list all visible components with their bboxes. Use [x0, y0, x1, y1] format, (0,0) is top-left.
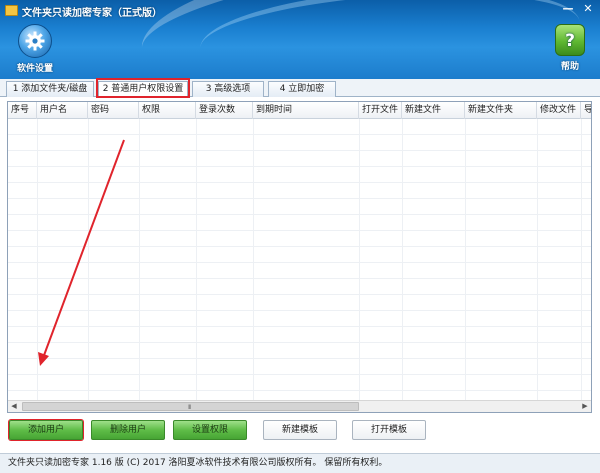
table-row [8, 247, 591, 263]
user-table[interactable]: 序号 用户名 密码 权限 登录次数 到期时间 打开文件 新建文件 新建文件夹 修… [7, 101, 592, 413]
svg-text:?: ? [565, 31, 575, 51]
gear-icon [18, 24, 52, 58]
close-button[interactable]: ✕ [580, 2, 596, 16]
table-row [8, 135, 591, 151]
table-row [8, 151, 591, 167]
scrollbar-thumb[interactable]: III [22, 402, 359, 411]
tab-bar: 1 添加文件夹/磁盘 2 普通用户权限设置 3 高级选项 4 立即加密 [0, 79, 600, 98]
col-open-file[interactable]: 打开文件 [359, 102, 402, 119]
table-row [8, 375, 591, 391]
scroll-right-icon[interactable]: ▶ [579, 401, 591, 412]
table-row [8, 263, 591, 279]
status-bar: 文件夹只读加密专家 1.16 版 (C) 2017 洛阳夏冰软件技术有限公司版权… [0, 453, 600, 473]
table-row [8, 215, 591, 231]
table-row [8, 311, 591, 327]
title-banner: 文件夹只读加密专家（正式版） — ✕ 软件设置 ? 帮助 [0, 0, 600, 79]
col-modify-file[interactable]: 修改文件 [537, 102, 581, 119]
table-row [8, 295, 591, 311]
table-row [8, 183, 591, 199]
col-password[interactable]: 密码 [88, 102, 139, 119]
horizontal-scrollbar[interactable]: ◀ III ▶ [8, 400, 591, 412]
scroll-grip: III [188, 404, 191, 411]
set-permission-button[interactable]: 设置权限 [173, 420, 247, 440]
new-template-button[interactable]: 新建模板 [263, 420, 337, 440]
help-label: 帮助 [560, 62, 579, 72]
col-login-count[interactable]: 登录次数 [196, 102, 253, 119]
table-row [8, 327, 591, 343]
help-icon: ? [555, 24, 585, 56]
app-lock-icon [5, 5, 18, 16]
table-header: 序号 用户名 密码 权限 登录次数 到期时间 打开文件 新建文件 新建文件夹 修… [8, 102, 591, 119]
tab-user-permissions[interactable]: 2 普通用户权限设置 [98, 81, 188, 98]
window-controls: — ✕ [560, 2, 596, 16]
col-truncated[interactable]: 导 [581, 102, 591, 119]
table-row [8, 279, 591, 295]
table-row [8, 119, 591, 135]
table-row [8, 167, 591, 183]
col-expiry[interactable]: 到期时间 [253, 102, 359, 119]
delete-user-button[interactable]: 删除用户 [91, 420, 165, 440]
settings-label: 软件设置 [16, 64, 53, 74]
open-template-button[interactable]: 打开模板 [352, 420, 426, 440]
help-button[interactable]: ? 帮助 [540, 24, 600, 72]
window-title: 文件夹只读加密专家（正式版） [22, 8, 162, 19]
banner-decoration-2 [197, 0, 583, 79]
table-row [8, 343, 591, 359]
tab-advanced-options[interactable]: 3 高级选项 [192, 81, 264, 97]
software-settings-button[interactable]: 软件设置 [5, 24, 65, 74]
col-index[interactable]: 序号 [8, 102, 37, 119]
tab-add-folder[interactable]: 1 添加文件夹/磁盘 [6, 81, 94, 97]
table-row [8, 231, 591, 247]
col-permission[interactable]: 权限 [139, 102, 196, 119]
table-row [8, 359, 591, 375]
scroll-left-icon[interactable]: ◀ [8, 401, 20, 412]
add-user-button[interactable]: 添加用户 [9, 420, 83, 440]
tab-encrypt-now[interactable]: 4 立即加密 [268, 81, 336, 97]
col-new-folder[interactable]: 新建文件夹 [465, 102, 537, 119]
col-username[interactable]: 用户名 [37, 102, 88, 119]
table-row [8, 199, 591, 215]
minimize-button[interactable]: — [560, 2, 576, 16]
col-new-file[interactable]: 新建文件 [402, 102, 465, 119]
